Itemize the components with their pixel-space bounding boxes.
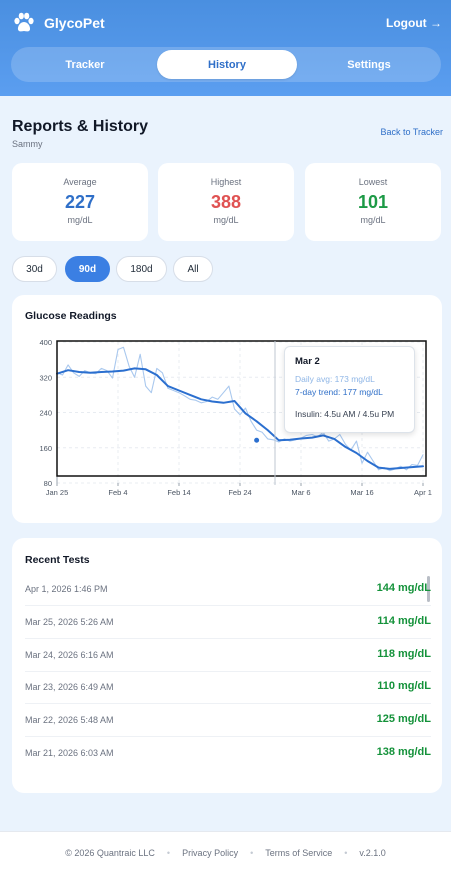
tooltip-daily-avg: Daily avg: 173 mg/dL xyxy=(295,374,375,384)
list-item[interactable]: Apr 1, 2026 1:46 PM 144 mg/dL xyxy=(25,574,431,606)
brand-name: GlycoPet xyxy=(44,15,105,31)
test-date: Mar 21, 2026 6:03 AM xyxy=(25,748,114,758)
test-value: 114 mg/dL xyxy=(377,615,431,627)
tooltip-date: Mar 2 xyxy=(295,356,320,367)
stat-card-lowest: Lowest 101 mg/dL xyxy=(305,163,441,241)
test-value: 138 mg/dL xyxy=(376,746,431,758)
range-all-button[interactable]: All xyxy=(173,256,213,282)
recent-tests-title: Recent Tests xyxy=(25,554,90,566)
paw-icon xyxy=(14,12,34,32)
range-30d-button[interactable]: 30d xyxy=(12,256,57,282)
back-to-tracker-link[interactable]: Back to Tracker xyxy=(380,127,443,137)
footer-separator: • xyxy=(344,847,348,858)
tab-settings[interactable]: Settings xyxy=(299,50,439,79)
test-date: Mar 25, 2026 5:26 AM xyxy=(25,617,114,627)
list-item[interactable]: Mar 24, 2026 6:16 AM 118 mg/dL xyxy=(25,640,431,672)
list-item[interactable]: Mar 25, 2026 5:26 AM 114 mg/dL xyxy=(25,607,431,639)
footer-separator: • xyxy=(250,847,254,858)
footer-copyright: © 2026 Quantraic LLC xyxy=(65,847,155,858)
stat-card-average: Average 227 mg/dL xyxy=(12,163,148,241)
app-header: GlycoPet Logout → Tracker History Settin… xyxy=(0,0,451,96)
test-value: 144 mg/dL xyxy=(376,582,431,594)
tab-tracker[interactable]: Tracker xyxy=(15,50,155,79)
stat-unit: mg/dL xyxy=(213,215,239,225)
tooltip-insulin: Insulin: 4.5u AM / 4.5u PM xyxy=(295,409,395,419)
test-date: Mar 23, 2026 6:49 AM xyxy=(25,682,114,692)
tooltip-trend: 7-day trend: 177 mg/dL xyxy=(295,387,383,397)
stat-label: Average xyxy=(63,177,97,187)
stat-unit: mg/dL xyxy=(360,215,386,225)
pet-name: Sammy xyxy=(12,139,43,149)
stat-label: Highest xyxy=(210,177,242,187)
stat-card-highest: Highest 388 mg/dL xyxy=(158,163,294,241)
test-value: 110 mg/dL xyxy=(377,680,431,692)
stat-unit: mg/dL xyxy=(67,215,93,225)
app-version: v.2.1.0 xyxy=(359,847,386,858)
stat-value: 227 xyxy=(64,192,96,212)
range-180d-button[interactable]: 180d xyxy=(116,256,167,282)
test-value: 118 mg/dL xyxy=(377,648,431,660)
terms-of-service-link[interactable]: Terms of Service xyxy=(265,848,332,858)
test-value: 125 mg/dL xyxy=(376,713,431,725)
stat-value: 101 xyxy=(357,192,389,212)
chart-title: Glucose Readings xyxy=(25,310,117,322)
main-tabs: Tracker History Settings xyxy=(11,47,441,82)
footer-separator: • xyxy=(166,847,171,858)
test-date: Apr 1, 2026 1:46 PM xyxy=(25,584,108,594)
list-item[interactable]: Mar 23, 2026 6:49 AM 110 mg/dL xyxy=(25,672,431,704)
privacy-policy-link[interactable]: Privacy Policy xyxy=(182,848,238,858)
stat-label: Lowest xyxy=(358,177,388,187)
range-90d-button[interactable]: 90d xyxy=(65,256,110,282)
list-item[interactable]: Mar 21, 2026 6:03 AM 138 mg/dL xyxy=(25,738,431,770)
list-item[interactable]: Mar 22, 2026 5:48 AM 125 mg/dL xyxy=(25,705,431,737)
test-date: Mar 24, 2026 6:16 AM xyxy=(25,650,114,660)
tab-history[interactable]: History xyxy=(157,50,297,79)
page-title: Reports & History xyxy=(12,118,149,135)
brand[interactable]: GlycoPet xyxy=(12,11,105,35)
logout-button[interactable]: Logout → xyxy=(386,16,442,30)
footer: © 2026 Quantraic LLC • Privacy Policy • … xyxy=(0,831,451,873)
chart-tooltip: Mar 2 Daily avg: 173 mg/dL 7-day trend: … xyxy=(284,346,415,433)
stat-value: 388 xyxy=(210,192,242,212)
test-date: Mar 22, 2026 5:48 AM xyxy=(25,715,114,725)
